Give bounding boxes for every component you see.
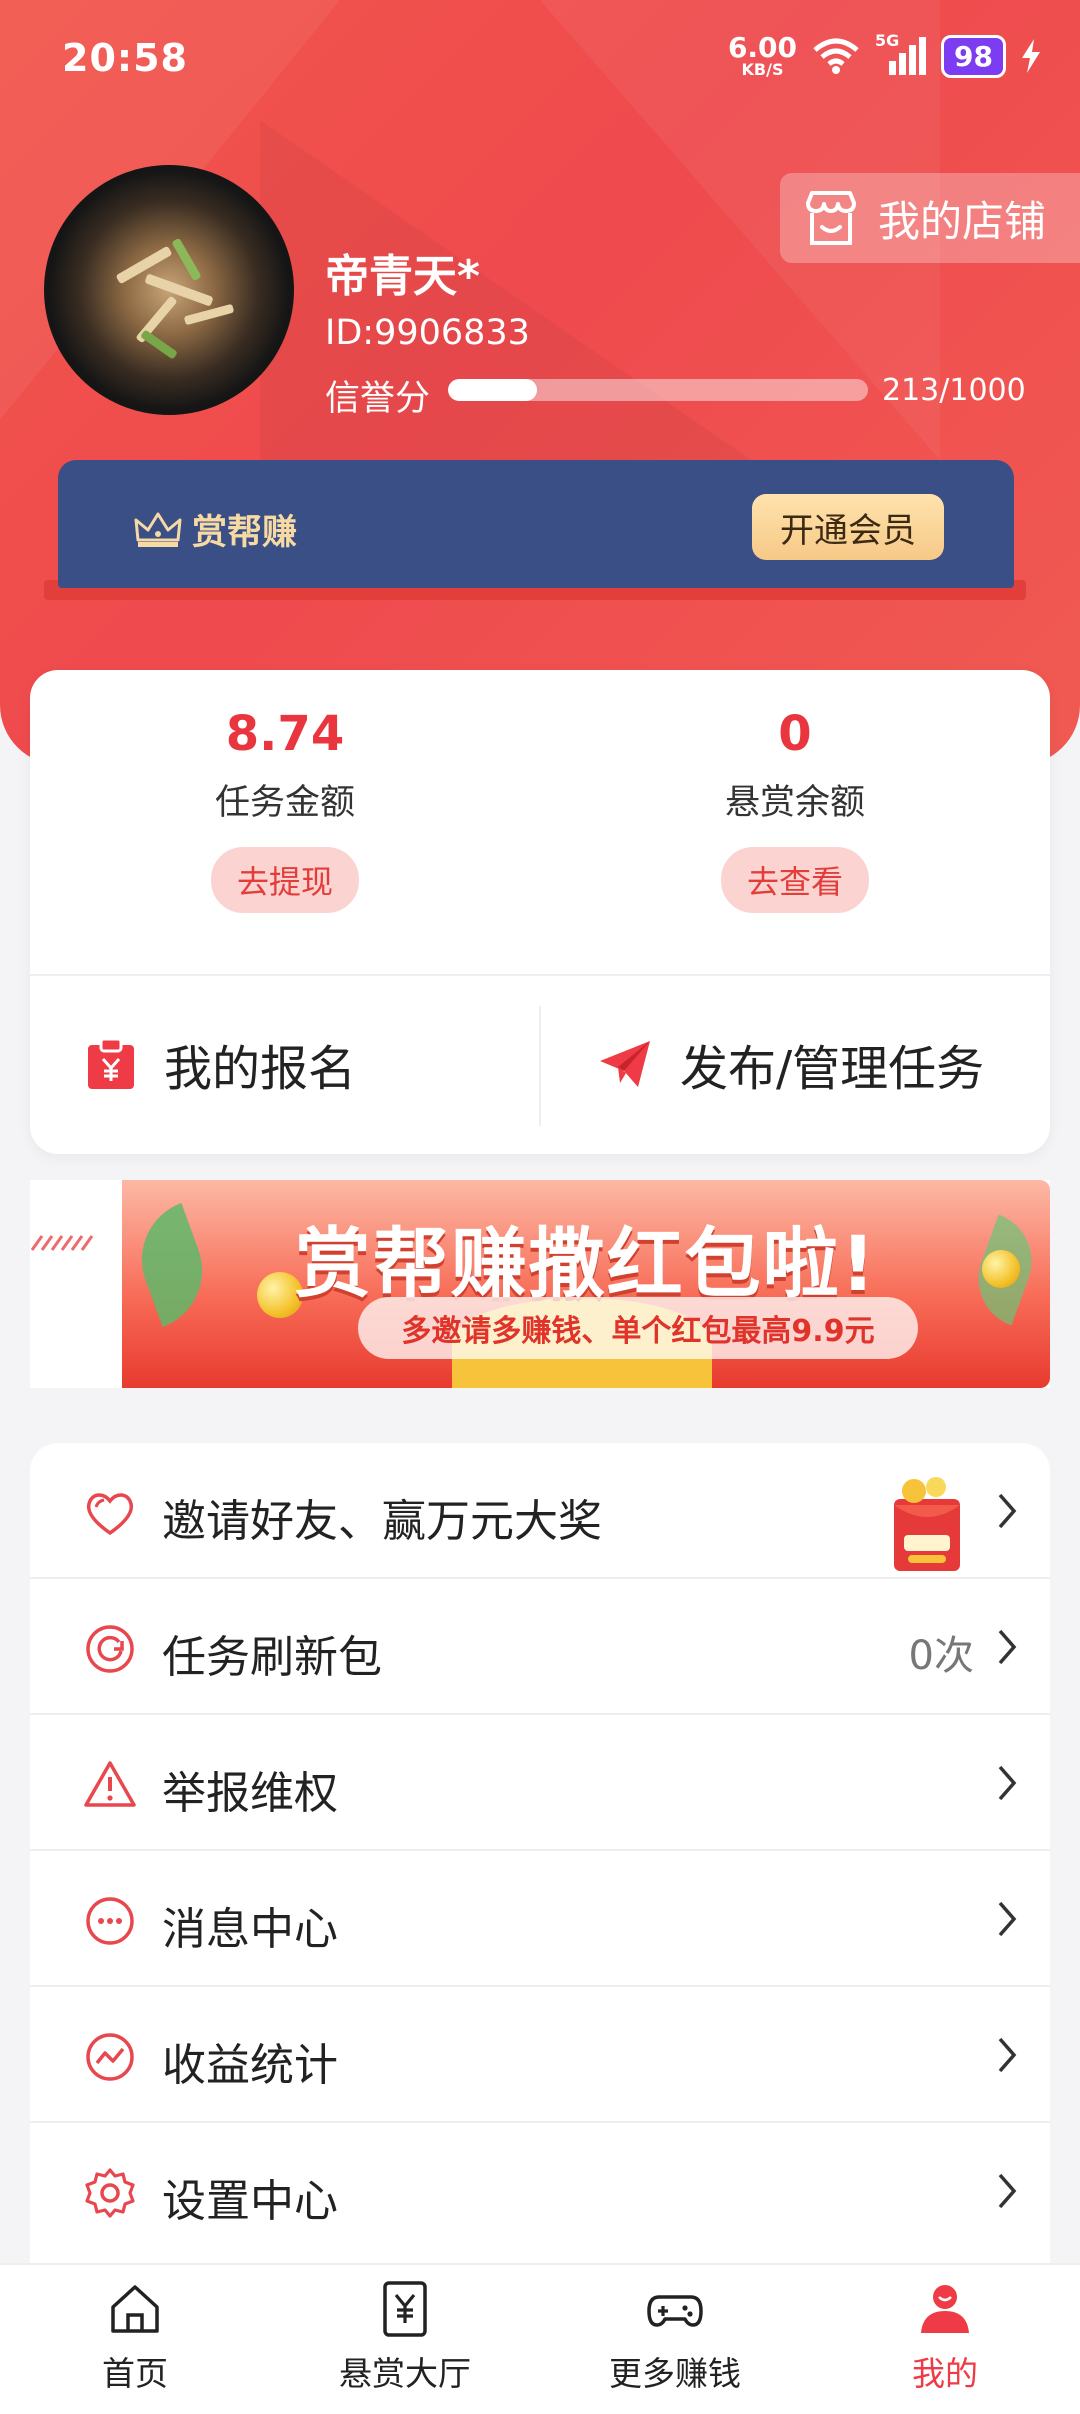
banner-stripes-decor (30, 1235, 94, 1251)
action-separator (539, 1006, 541, 1126)
nav-mine[interactable]: 我的 (810, 2265, 1080, 2414)
refresh-icon (86, 1625, 134, 1673)
membership-banner[interactable]: 赏帮赚 开通会员 (58, 460, 1014, 588)
chevron-right-icon (998, 1765, 1017, 1801)
menu-label: 任务刷新包 (162, 1632, 382, 1683)
publish-manage-label: 发布/管理任务 (680, 1041, 985, 1097)
nav-more-earnings[interactable]: 更多赚钱 (540, 2265, 810, 2414)
status-time: 20:58 (62, 36, 188, 80)
user-id: ID:9906833 (325, 313, 530, 353)
user-profile-icon (921, 2285, 969, 2333)
credit-score-label: 信誉分 (325, 379, 431, 419)
menu-item-earnings-stats[interactable]: 收益统计 (30, 1987, 1050, 2123)
charging-icon (1022, 39, 1040, 73)
network-speed: 6.00 KB/S (728, 34, 797, 78)
chevron-right-icon (998, 1629, 1017, 1665)
banner-title: 赏帮赚撒红包啦! (294, 1219, 878, 1308)
my-shop-label: 我的店铺 (878, 196, 1047, 246)
yen-document-icon (383, 2281, 427, 2337)
bottom-navigation: 首页 悬赏大厅 更多赚钱 我的 (0, 2263, 1080, 2414)
membership-brand: 赏帮赚 (134, 504, 297, 555)
wifi-icon (813, 38, 859, 74)
task-amount-value: 8.74 (225, 706, 345, 762)
banner-subtitle: 多邀请多赚钱、单个红包最高9.9元 (401, 1314, 875, 1349)
view-balance-button[interactable]: 去查看 (720, 847, 869, 913)
menu-item-report-rights[interactable]: 举报维权 (30, 1715, 1050, 1851)
gear-icon (85, 2168, 135, 2218)
avatar[interactable] (44, 165, 294, 415)
credit-score-value: 213/1000 (882, 373, 1026, 408)
menu-label: 邀请好友、赢万元大奖 (162, 1496, 602, 1547)
nav-reward-hall[interactable]: 悬赏大厅 (270, 2265, 540, 2414)
promo-banner[interactable]: 赏帮赚撒红包啦! 多邀请多赚钱、单个红包最高9.9元 (30, 1180, 1050, 1388)
publish-manage-tasks-button[interactable]: 发布/管理任务 (598, 974, 984, 1154)
menu-item-message-center[interactable]: 消息中心 (30, 1851, 1050, 1987)
heart-icon (86, 1493, 134, 1536)
nav-label: 更多赚钱 (609, 2354, 741, 2393)
nav-label: 悬赏大厅 (339, 2354, 471, 2393)
menu-label: 消息中心 (162, 1904, 338, 1955)
crown-icon (134, 512, 182, 547)
nav-label: 我的 (912, 2354, 978, 2393)
chevron-right-icon (998, 2037, 1017, 2073)
my-signup-button[interactable]: 我的报名 (86, 974, 356, 1154)
credit-score-progress (448, 379, 868, 401)
chat-bubble-icon (86, 1897, 134, 1945)
menu-label: 设置中心 (162, 2176, 338, 2227)
status-icons: 6.00 KB/S 5G 98 (728, 31, 1042, 78)
menu-label: 收益统计 (162, 2040, 338, 2091)
reward-balance-value: 0 (778, 706, 812, 762)
menu-item-refresh-package[interactable]: 任务刷新包 0次 (30, 1579, 1050, 1715)
chevron-right-icon (998, 1901, 1017, 1937)
banner-subtitle-pill: 多邀请多赚钱、单个红包最高9.9元 (358, 1297, 918, 1359)
gamepad-icon (647, 2295, 703, 2327)
home-icon (111, 2285, 159, 2333)
menu-list: 邀请好友、赢万元大奖 任务刷新包 0次 举报维权 消息中心 收益统计 设置中心 (30, 1443, 1050, 2283)
nav-home[interactable]: 首页 (0, 2265, 270, 2414)
task-amount-label: 任务金额 (214, 783, 355, 823)
membership-brand-label: 赏帮赚 (192, 513, 298, 553)
withdraw-button[interactable]: 去提现 (210, 847, 359, 913)
warning-icon (84, 1761, 136, 1807)
username: 帝青天* (325, 251, 481, 302)
net-speed-value: 6.00 (727, 31, 798, 64)
menu-item-invite-friends[interactable]: 邀请好友、赢万元大奖 (30, 1443, 1050, 1579)
my-shop-button[interactable]: 我的店铺 (780, 173, 1080, 263)
net-speed-unit: KB/S (741, 60, 784, 79)
clipboard-yen-icon (88, 1037, 134, 1089)
reward-balance-section: 0 悬赏余额 去查看 (540, 670, 1050, 913)
balance-card: 8.74 任务金额 去提现 0 悬赏余额 去查看 我的报名 发布/管理任务 (30, 670, 1050, 1154)
refresh-count: 0次 (908, 1633, 974, 1679)
open-membership-button[interactable]: 开通会员 (752, 494, 944, 560)
task-amount-section: 8.74 任务金额 去提现 (30, 670, 540, 913)
chevron-right-icon (998, 2173, 1017, 2209)
chevron-right-icon (998, 1493, 1017, 1529)
status-bar: 20:58 6.00 KB/S 5G 98 (0, 0, 1080, 120)
my-signup-label: 我的报名 (164, 1041, 357, 1097)
paper-plane-icon (600, 1041, 650, 1087)
reward-balance-label: 悬赏余额 (724, 783, 865, 823)
store-icon (806, 191, 856, 245)
cellular-signal-icon: 5G (875, 31, 927, 77)
menu-label: 举报维权 (162, 1768, 338, 1819)
credit-score-fill (448, 379, 538, 401)
red-envelope-icon (894, 1477, 960, 1571)
battery-level: 98 (941, 34, 1006, 78)
trend-chart-icon (86, 2033, 134, 2081)
menu-item-settings-center[interactable]: 设置中心 (30, 2123, 1050, 2259)
banner-art: 赏帮赚撒红包啦! 多邀请多赚钱、单个红包最高9.9元 (122, 1180, 1050, 1388)
nav-label: 首页 (102, 2354, 168, 2393)
